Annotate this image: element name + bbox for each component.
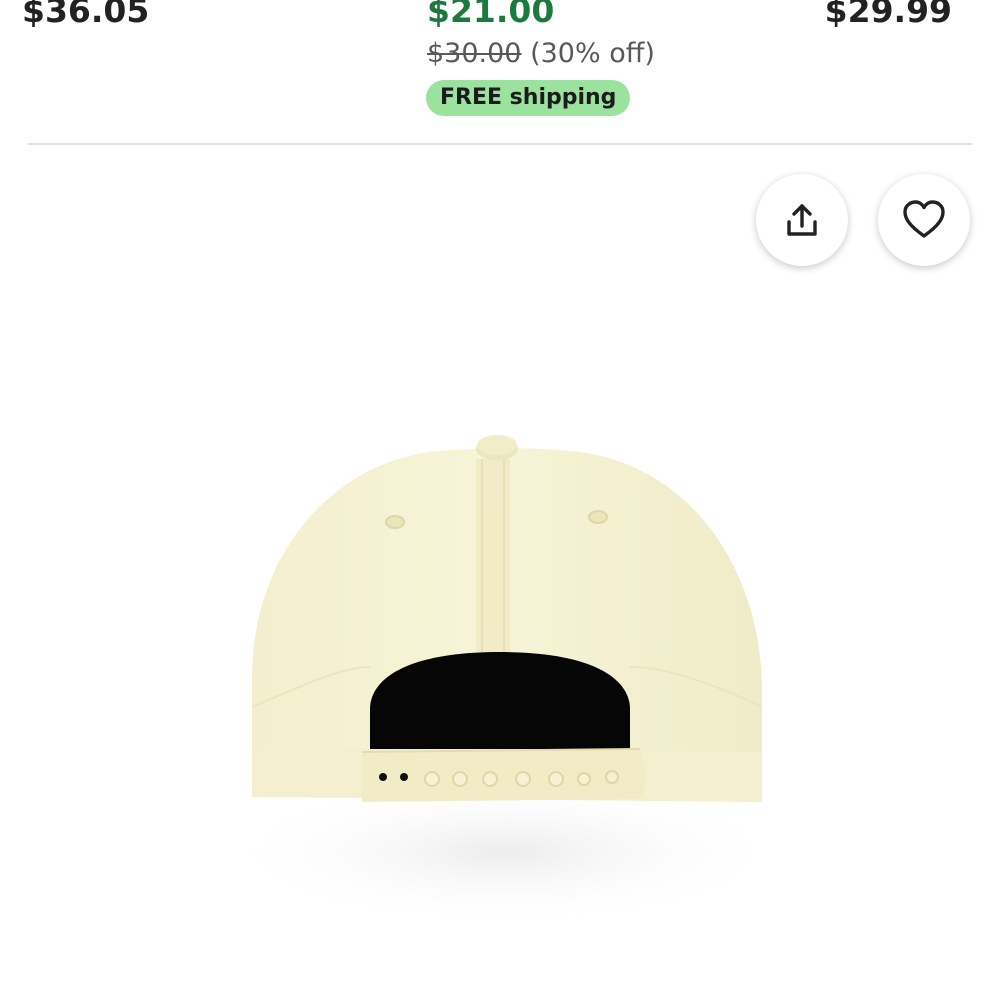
discount-label: (30% off) bbox=[530, 38, 655, 69]
listing-price-left[interactable]: $36.05 bbox=[22, 0, 149, 27]
listing-price-right[interactable]: $29.99 bbox=[825, 0, 952, 27]
product-photo-cap[interactable] bbox=[0, 147, 1000, 1000]
share-icon bbox=[787, 204, 817, 236]
related-listings-prices: $36.05 $21.00 $30.00 (30% off) FREE ship… bbox=[0, 0, 1000, 145]
product-image-area[interactable] bbox=[0, 147, 1000, 1000]
listing-sale-price[interactable]: $21.00 bbox=[427, 0, 554, 27]
original-price: $30.00 bbox=[427, 38, 522, 69]
share-button[interactable] bbox=[756, 174, 848, 266]
listing-page: $36.05 $21.00 $30.00 (30% off) FREE ship… bbox=[0, 0, 1000, 1000]
section-divider bbox=[28, 143, 972, 145]
free-shipping-badge: FREE shipping bbox=[426, 80, 631, 116]
favorite-button[interactable] bbox=[878, 174, 970, 266]
original-price-line: $30.00 (30% off) bbox=[427, 38, 655, 70]
heart-icon bbox=[903, 200, 945, 238]
